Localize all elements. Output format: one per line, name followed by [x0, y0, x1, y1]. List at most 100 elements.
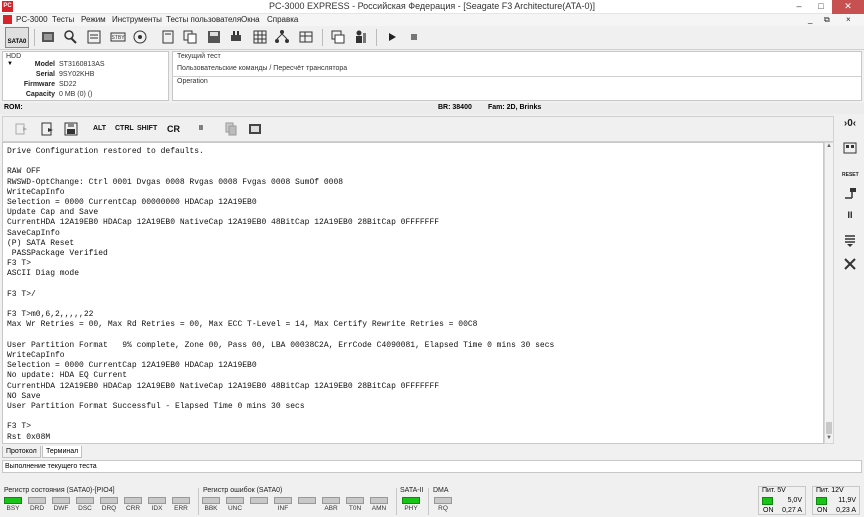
terminal-line: F3 T>m0,6,2,,,,,22: [7, 310, 94, 320]
register-flag-label: UNC: [227, 505, 243, 512]
play-icon[interactable]: [384, 29, 400, 45]
register-led: [52, 497, 70, 504]
hdd-capacity-label: Capacity: [25, 91, 55, 98]
side-toolbar: ›0‹ RESET II: [838, 116, 862, 446]
terminal-line: User Partition Format Successful - Elaps…: [7, 402, 305, 412]
table-icon[interactable]: [298, 29, 314, 45]
registers-icon[interactable]: [86, 29, 102, 45]
clear-screen-icon[interactable]: [247, 121, 263, 137]
hdd-model-row: Model ST3160813AS: [3, 61, 168, 71]
register-flag-dsc: DSC: [74, 497, 96, 512]
power-5v-toggle[interactable]: ON: [763, 507, 774, 514]
register-led: [28, 497, 46, 504]
stop-icon[interactable]: [406, 29, 422, 45]
maximize-button[interactable]: □: [810, 0, 832, 14]
hdd-capacity-row: Capacity 0 MB (0) (): [3, 91, 168, 101]
operation-title: Operation: [177, 78, 208, 85]
zero-power-button[interactable]: ›0‹: [842, 118, 858, 134]
tab-terminal[interactable]: Терминал: [42, 446, 83, 458]
register-flag-empty: [248, 497, 270, 505]
disconnect-icon[interactable]: [13, 121, 29, 137]
power-5v-voltage: 5,0V: [787, 497, 802, 504]
current-test-title: Текущий тест: [177, 53, 221, 60]
mdi-minimize-button[interactable]: _: [808, 15, 812, 24]
alt-key-button[interactable]: ALT: [93, 121, 106, 137]
register-flag-label: T0N: [348, 505, 362, 512]
register-flag-label: ABR: [324, 505, 338, 512]
register-flag-label: IDX: [151, 505, 163, 512]
register-separator: [198, 488, 199, 515]
menu-windows[interactable]: Окна: [241, 15, 260, 24]
terminal-line: Max Wr Retries = 00, Max Rd Retries = 00…: [7, 320, 478, 330]
register-flag-phy: PHY: [400, 497, 422, 512]
menu-user-tests[interactable]: Тесты пользователя: [166, 15, 241, 24]
register-led: [4, 497, 22, 504]
grid-icon[interactable]: [252, 29, 268, 45]
hdd-firmware-row: Firmware SD22: [3, 81, 168, 91]
side-pause-button[interactable]: II: [842, 210, 858, 226]
save-icon[interactable]: [206, 29, 222, 45]
tools-icon[interactable]: [842, 256, 858, 272]
register-flag-err: ERR: [170, 497, 192, 512]
cr-key-button[interactable]: CR: [167, 121, 180, 137]
terminal-toolbar: ALT CTRL SHIFT CR II: [2, 116, 834, 142]
menu-tests[interactable]: Тесты: [52, 15, 74, 24]
hdd-serial-row: Serial 9SY02KHB: [3, 71, 168, 81]
mdi-close-button[interactable]: ×: [846, 15, 851, 24]
power-plug-icon[interactable]: [842, 186, 858, 202]
user-icon[interactable]: [352, 29, 368, 45]
search-icon[interactable]: [62, 29, 78, 45]
menu-tools[interactable]: Инструменты: [112, 15, 162, 24]
register-flag-drd: DRD: [26, 497, 48, 512]
ctrl-key-button[interactable]: CTRL: [115, 121, 134, 137]
hdd-icon[interactable]: [40, 29, 56, 45]
register-flag-label: DSC: [78, 505, 92, 512]
scroll-up-icon[interactable]: ▲: [825, 143, 833, 151]
menu-pc3000[interactable]: PC-3000: [16, 15, 48, 24]
menu-logo-icon[interactable]: [3, 15, 12, 24]
menu-mode[interactable]: Режим: [81, 15, 106, 24]
close-button[interactable]: ✕: [832, 0, 864, 14]
mdi-restore-button[interactable]: ⧉: [824, 15, 830, 25]
toolbar-separator: [322, 29, 323, 46]
register-flag-crr: CRR: [122, 497, 144, 512]
reset-button[interactable]: RESET: [842, 162, 859, 178]
list-icon[interactable]: [842, 232, 858, 248]
terminal-scrollbar[interactable]: ▲ ▼: [824, 142, 834, 444]
register-led: [322, 497, 340, 504]
save-log-icon[interactable]: [63, 121, 79, 137]
plug-icon[interactable]: [228, 29, 244, 45]
menu-help[interactable]: Справка: [267, 15, 298, 24]
copy-text-icon[interactable]: [223, 121, 239, 137]
terminal-line: RAW OFF: [7, 167, 41, 177]
erase-icon[interactable]: [160, 29, 176, 45]
copy-icon[interactable]: [182, 29, 198, 45]
terminal-line: ASCII Diag mode: [7, 269, 80, 279]
sata-port-button[interactable]: SATA0: [5, 27, 29, 48]
scroll-down-icon[interactable]: ▼: [825, 435, 833, 443]
register-flag-abr: ABR: [320, 497, 342, 512]
pause-button[interactable]: II: [199, 121, 203, 137]
power-12v-panel: Пит. 12V 11,9V ON 0,23 A: [812, 486, 860, 515]
hdd-model-label: Model: [34, 61, 55, 68]
board-icon[interactable]: [842, 140, 858, 156]
open-log-icon[interactable]: [39, 121, 55, 137]
tree-icon[interactable]: [274, 29, 290, 45]
hdd-serial-label: Serial: [35, 71, 55, 78]
scrollbar-thumb[interactable]: [826, 422, 832, 434]
hdd-model-value: ST3160813AS: [59, 61, 105, 68]
power-12v-led: [816, 497, 827, 505]
tab-protocol[interactable]: Протокол: [2, 446, 41, 458]
register-separator: [396, 488, 397, 515]
rom-label: ROM:: [4, 104, 23, 111]
terminal-output[interactable]: Drive Configuration restored to defaults…: [2, 142, 824, 444]
standby-icon[interactable]: STBY: [110, 29, 126, 45]
minimize-button[interactable]: –: [788, 0, 810, 14]
sleep-icon[interactable]: [132, 29, 148, 45]
power-12v-toggle[interactable]: ON: [817, 507, 828, 514]
register-flag-dwf: DWF: [50, 497, 72, 512]
shift-key-button[interactable]: SHIFT: [137, 121, 157, 137]
terminal-text: Drive Configuration restored to defaults…: [7, 147, 554, 443]
windows-icon[interactable]: [330, 29, 346, 45]
